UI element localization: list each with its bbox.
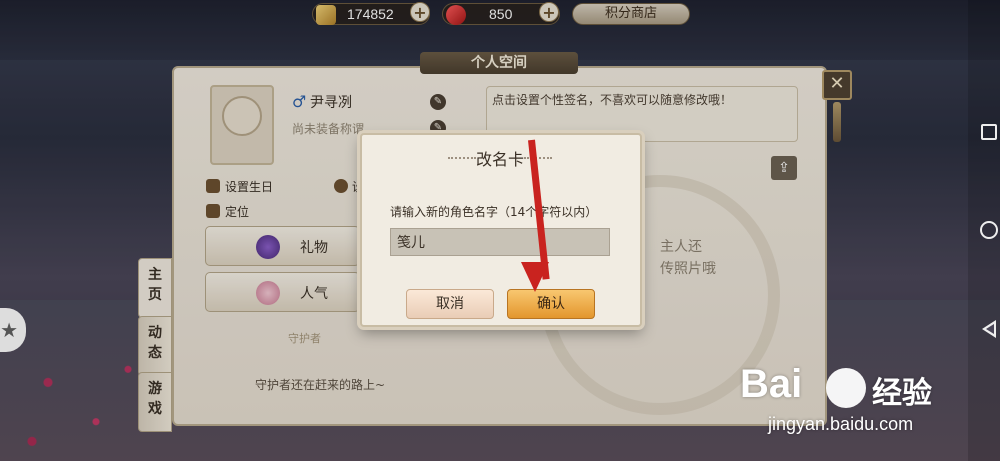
baidu-paw-icon <box>826 368 866 408</box>
new-name-input[interactable] <box>390 228 610 256</box>
watermark-logo: Bai <box>740 362 803 406</box>
title-decoration-right <box>524 157 552 159</box>
recent-apps-icon[interactable] <box>981 124 997 140</box>
home-icon[interactable] <box>980 221 998 239</box>
watermark-suffix: 经验 <box>872 376 932 411</box>
dialog-prompt: 请输入新的角色名字（14个字符以内） <box>390 205 598 219</box>
confirm-button[interactable]: 确认 <box>507 289 595 319</box>
watermark-url: jingyan.baidu.com <box>768 414 914 434</box>
dialog-title: 改名卡 <box>475 150 524 169</box>
cancel-button[interactable]: 取消 <box>406 289 494 319</box>
pointer-arrow-head <box>521 262 549 292</box>
back-icon-inner <box>986 324 994 334</box>
